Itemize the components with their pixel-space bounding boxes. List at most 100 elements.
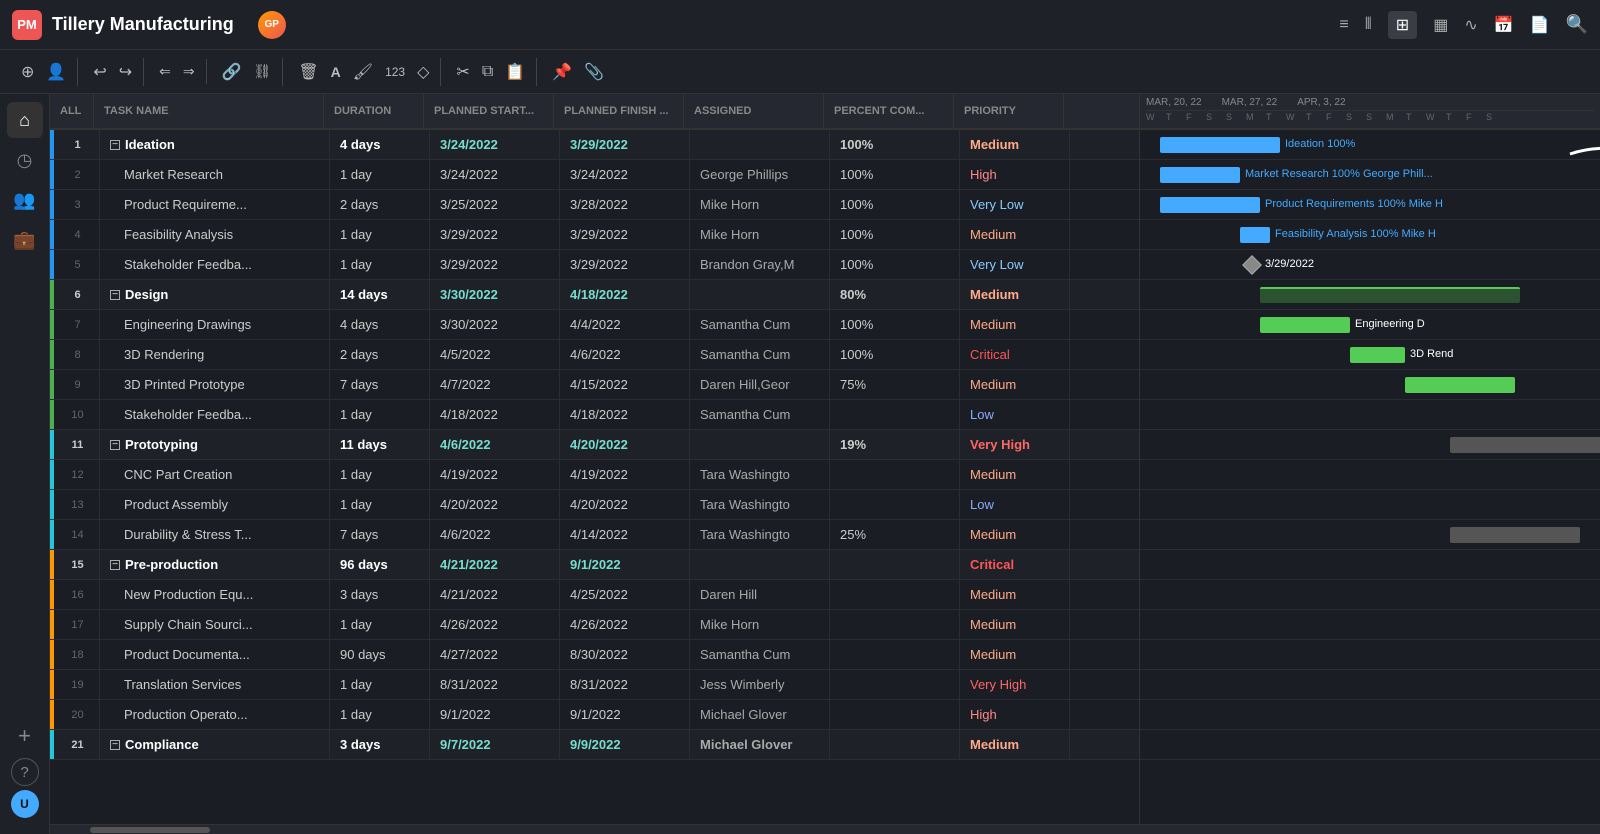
table-row[interactable]: 7 Engineering Drawings 4 days 3/30/2022 …	[50, 310, 1139, 340]
duration-cell[interactable]: 11 days	[330, 430, 430, 459]
sidebar-item-recent[interactable]: ◷	[7, 142, 43, 178]
task-name-cell[interactable]: Product Requireme...	[100, 190, 330, 219]
task-name-cell[interactable]: Feasibility Analysis	[100, 220, 330, 249]
user-avatar[interactable]: GP	[258, 11, 286, 39]
task-name-cell[interactable]: Stakeholder Feedba...	[100, 400, 330, 429]
pct-cell[interactable]: 25%	[830, 520, 960, 549]
gantt-bar-proto[interactable]	[1450, 437, 1600, 453]
col-header-start[interactable]: PLANNED START...	[424, 94, 554, 128]
pct-cell[interactable]: 100%	[830, 250, 960, 279]
pct-cell[interactable]	[830, 460, 960, 489]
start-cell[interactable]: 4/6/2022	[430, 430, 560, 459]
duration-cell[interactable]: 1 day	[330, 700, 430, 729]
priority-cell[interactable]: Medium	[960, 220, 1070, 249]
indent-btn[interactable]: ⇒	[178, 59, 200, 84]
duration-cell[interactable]: 1 day	[330, 160, 430, 189]
add-task-btn[interactable]: ⊕	[16, 58, 39, 86]
finish-cell[interactable]: 8/30/2022	[560, 640, 690, 669]
assigned-cell[interactable]: George Phillips	[690, 160, 830, 189]
start-cell[interactable]: 4/27/2022	[430, 640, 560, 669]
assigned-cell[interactable]: Daren Hill,Geor	[690, 370, 830, 399]
table-row[interactable]: 19 Translation Services 1 day 8/31/2022 …	[50, 670, 1139, 700]
table-row[interactable]: 4 Feasibility Analysis 1 day 3/29/2022 3…	[50, 220, 1139, 250]
finish-cell[interactable]: 4/15/2022	[560, 370, 690, 399]
assigned-cell[interactable]: Tara Washingto	[690, 460, 830, 489]
gantt-bar-ideation[interactable]	[1160, 137, 1280, 153]
col-header-duration[interactable]: DURATION	[324, 94, 424, 128]
group-expand-icon[interactable]: −	[110, 740, 120, 750]
start-cell[interactable]: 4/7/2022	[430, 370, 560, 399]
sidebar-item-people[interactable]: 👥	[7, 182, 43, 218]
pct-cell[interactable]: 100%	[830, 160, 960, 189]
duration-cell[interactable]: 3 days	[330, 730, 430, 759]
finish-cell[interactable]: 4/6/2022	[560, 340, 690, 369]
priority-cell[interactable]: High	[960, 160, 1070, 189]
group-expand-icon[interactable]: −	[110, 290, 120, 300]
start-cell[interactable]: 3/30/2022	[430, 310, 560, 339]
duration-cell[interactable]: 1 day	[330, 670, 430, 699]
priority-cell[interactable]: Medium	[960, 520, 1070, 549]
priority-cell[interactable]: Medium	[960, 610, 1070, 639]
table-row[interactable]: 17 Supply Chain Sourci... 1 day 4/26/202…	[50, 610, 1139, 640]
text-btn[interactable]: A	[326, 60, 346, 84]
group-expand-icon[interactable]: −	[110, 560, 120, 570]
list-view-btn[interactable]: ≡	[1339, 16, 1348, 34]
duration-cell[interactable]: 2 days	[330, 340, 430, 369]
assigned-cell[interactable]: Mike Horn	[690, 220, 830, 249]
duration-cell[interactable]: 1 day	[330, 460, 430, 489]
finish-cell[interactable]: 3/29/2022	[560, 250, 690, 279]
finish-cell[interactable]: 4/19/2022	[560, 460, 690, 489]
pct-cell[interactable]: 100%	[830, 340, 960, 369]
table-row[interactable]: 1 −Ideation 4 days 3/24/2022 3/29/2022 1…	[50, 130, 1139, 160]
table-row[interactable]: 18 Product Documenta... 90 days 4/27/202…	[50, 640, 1139, 670]
pct-cell[interactable]	[830, 730, 960, 759]
finish-cell[interactable]: 4/20/2022	[560, 430, 690, 459]
start-cell[interactable]: 9/7/2022	[430, 730, 560, 759]
finish-cell[interactable]: 8/31/2022	[560, 670, 690, 699]
start-cell[interactable]: 4/20/2022	[430, 490, 560, 519]
col-header-all[interactable]: ALL	[50, 94, 94, 128]
task-name-cell[interactable]: Production Operato...	[100, 700, 330, 729]
assigned-cell[interactable]: Tara Washingto	[690, 520, 830, 549]
pin-btn[interactable]: 📌	[547, 58, 577, 86]
sidebar-item-projects[interactable]: 💼	[7, 222, 43, 258]
gantt-bar-engdraw[interactable]	[1260, 317, 1350, 333]
finish-cell[interactable]: 9/1/2022	[560, 550, 690, 579]
link-btn[interactable]: 🔗	[217, 58, 247, 86]
assigned-cell[interactable]: Jess Wimberly	[690, 670, 830, 699]
priority-cell[interactable]: High	[960, 700, 1070, 729]
task-name-cell[interactable]: 3D Rendering	[100, 340, 330, 369]
doc-view-btn[interactable]: 📄	[1530, 15, 1550, 35]
chart-view-btn[interactable]: ∿	[1464, 15, 1477, 35]
priority-cell[interactable]: Very High	[960, 670, 1070, 699]
undo-btn[interactable]: ↩	[88, 58, 111, 86]
assigned-cell[interactable]: Mike Horn	[690, 190, 830, 219]
col-header-task[interactable]: TASK NAME	[94, 94, 324, 128]
pct-cell[interactable]: 80%	[830, 280, 960, 309]
start-cell[interactable]: 4/21/2022	[430, 550, 560, 579]
priority-cell[interactable]: Medium	[960, 730, 1070, 759]
assigned-cell[interactable]: Samantha Cum	[690, 340, 830, 369]
priority-cell[interactable]: Medium	[960, 310, 1070, 339]
pct-cell[interactable]	[830, 670, 960, 699]
start-cell[interactable]: 4/6/2022	[430, 520, 560, 549]
gantt-bar-durability[interactable]	[1450, 527, 1580, 543]
start-cell[interactable]: 4/26/2022	[430, 610, 560, 639]
table-row[interactable]: 13 Product Assembly 1 day 4/20/2022 4/20…	[50, 490, 1139, 520]
task-name-cell[interactable]: Stakeholder Feedba...	[100, 250, 330, 279]
pct-cell[interactable]	[830, 550, 960, 579]
board-view-btn[interactable]: ▦	[1433, 15, 1448, 35]
task-name-cell[interactable]: CNC Part Creation	[100, 460, 330, 489]
scrollbar-thumb[interactable]	[90, 827, 210, 833]
task-name-cell[interactable]: −Compliance	[100, 730, 330, 759]
pct-cell[interactable]: 100%	[830, 130, 960, 159]
priority-cell[interactable]: Medium	[960, 640, 1070, 669]
priority-cell[interactable]: Medium	[960, 280, 1070, 309]
task-name-cell[interactable]: Market Research	[100, 160, 330, 189]
start-cell[interactable]: 4/18/2022	[430, 400, 560, 429]
task-name-cell[interactable]: 3D Printed Prototype	[100, 370, 330, 399]
start-cell[interactable]: 4/19/2022	[430, 460, 560, 489]
priority-cell[interactable]: Medium	[960, 370, 1070, 399]
priority-cell[interactable]: Very High	[960, 430, 1070, 459]
horizontal-scrollbar[interactable]	[50, 824, 1600, 834]
